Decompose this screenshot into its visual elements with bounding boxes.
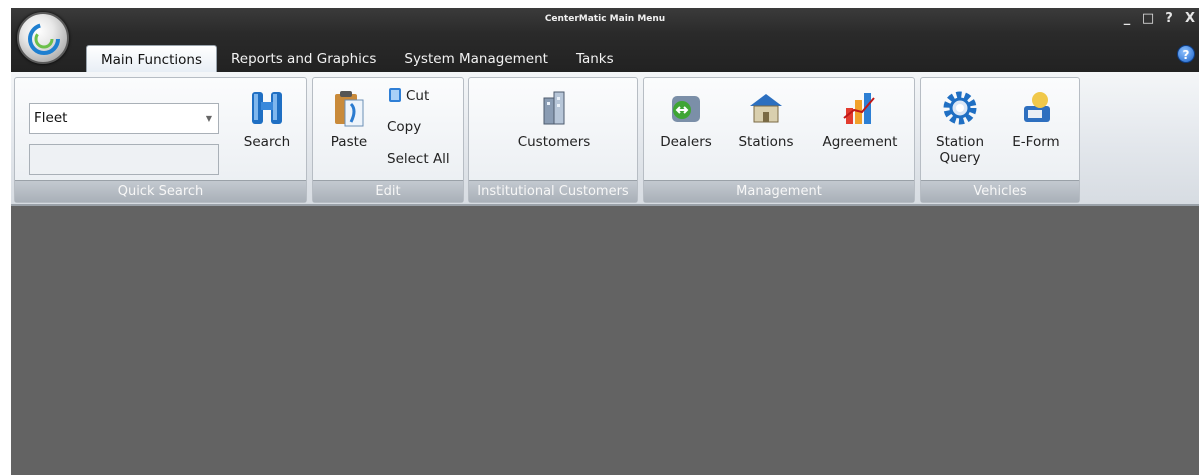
paste-button[interactable]: Paste <box>323 88 375 150</box>
dealers-button-label: Dealers <box>660 134 712 150</box>
group-label-quick-search: Quick Search <box>15 180 306 202</box>
copy-button[interactable]: Copy <box>387 119 421 135</box>
agreement-button[interactable]: Agreement <box>812 88 908 150</box>
group-management: Dealers Stations Agreement Management <box>643 77 915 203</box>
stations-button[interactable]: Stations <box>730 88 802 150</box>
minimize-button[interactable]: _ <box>1120 11 1134 27</box>
search-button-label: Search <box>243 134 291 150</box>
tab-tanks[interactable]: Tanks <box>562 45 628 72</box>
select-all-button-label: Select All <box>387 151 450 167</box>
help-title-button[interactable]: ? <box>1162 11 1176 27</box>
chevron-down-icon: ▼ <box>205 114 212 123</box>
group-quick-search: Fleet ▼ Search Quick Search <box>14 77 307 203</box>
tab-main-functions[interactable]: Main Functions <box>86 45 217 72</box>
station-query-button-label-line1: Station <box>936 134 984 150</box>
tab-system-management[interactable]: System Management <box>390 45 562 72</box>
app-orb-icon <box>28 23 60 55</box>
ribbon: Fleet ▼ Search Quick Search Paste Cut Co… <box>11 72 1199 206</box>
help-icon[interactable]: ? <box>1177 45 1195 63</box>
eform-icon <box>1024 92 1050 122</box>
app-window: CenterMatic Main Menu _ □ ? X Main Funct… <box>11 8 1199 475</box>
group-label-edit: Edit <box>313 180 463 202</box>
copy-button-label: Copy <box>387 119 422 135</box>
customers-button[interactable]: Customers <box>504 88 604 150</box>
cut-icon <box>389 88 401 102</box>
station-query-button-label-line2: Query <box>939 150 981 166</box>
ribbon-tabs: Main Functions Reports and Graphics Syst… <box>86 45 628 72</box>
title-bar: CenterMatic Main Menu _ □ ? X Main Funct… <box>11 8 1199 72</box>
agreement-button-label: Agreement <box>822 134 898 150</box>
window-title: CenterMatic Main Menu <box>544 14 666 24</box>
stations-button-label: Stations <box>738 134 794 150</box>
binoculars-icon <box>252 92 282 124</box>
cut-button[interactable]: Cut <box>387 87 429 104</box>
gear-icon <box>943 91 977 125</box>
group-label-vehicles: Vehicles <box>921 180 1079 202</box>
group-label-institutional-customers: Institutional Customers <box>469 180 637 202</box>
window-controls: _ □ ? X <box>1120 11 1197 27</box>
group-edit: Paste Cut Copy Select All Edit <box>312 77 464 203</box>
customers-icon <box>543 91 565 125</box>
customers-button-label: Customers <box>517 134 591 150</box>
agreement-icon <box>843 93 875 124</box>
maximize-button[interactable]: □ <box>1141 11 1155 27</box>
fleet-select-value: Fleet <box>34 110 68 126</box>
stations-icon <box>750 94 782 123</box>
paste-button-label: Paste <box>330 134 368 150</box>
close-button[interactable]: X <box>1183 11 1197 27</box>
group-institutional-customers: Customers Institutional Customers <box>468 77 638 203</box>
paste-icon <box>335 91 364 127</box>
search-button[interactable]: Search <box>237 88 297 150</box>
select-all-button[interactable]: Select All <box>387 151 450 167</box>
workspace-area <box>11 206 1199 475</box>
dealers-button[interactable]: Dealers <box>654 88 718 150</box>
eform-button-label: E-Form <box>1012 134 1060 150</box>
group-label-management: Management <box>644 180 914 202</box>
eform-button[interactable]: E-Form <box>1001 88 1071 150</box>
cut-button-label: Cut <box>406 88 430 104</box>
fleet-select[interactable]: Fleet ▼ <box>29 103 219 134</box>
station-query-button[interactable]: Station Query <box>927 88 993 166</box>
tab-reports-and-graphics[interactable]: Reports and Graphics <box>217 45 390 72</box>
search-input[interactable] <box>29 144 219 175</box>
dealers-icon <box>672 96 700 122</box>
group-vehicles: Station Query E-Form Vehicles <box>920 77 1080 203</box>
